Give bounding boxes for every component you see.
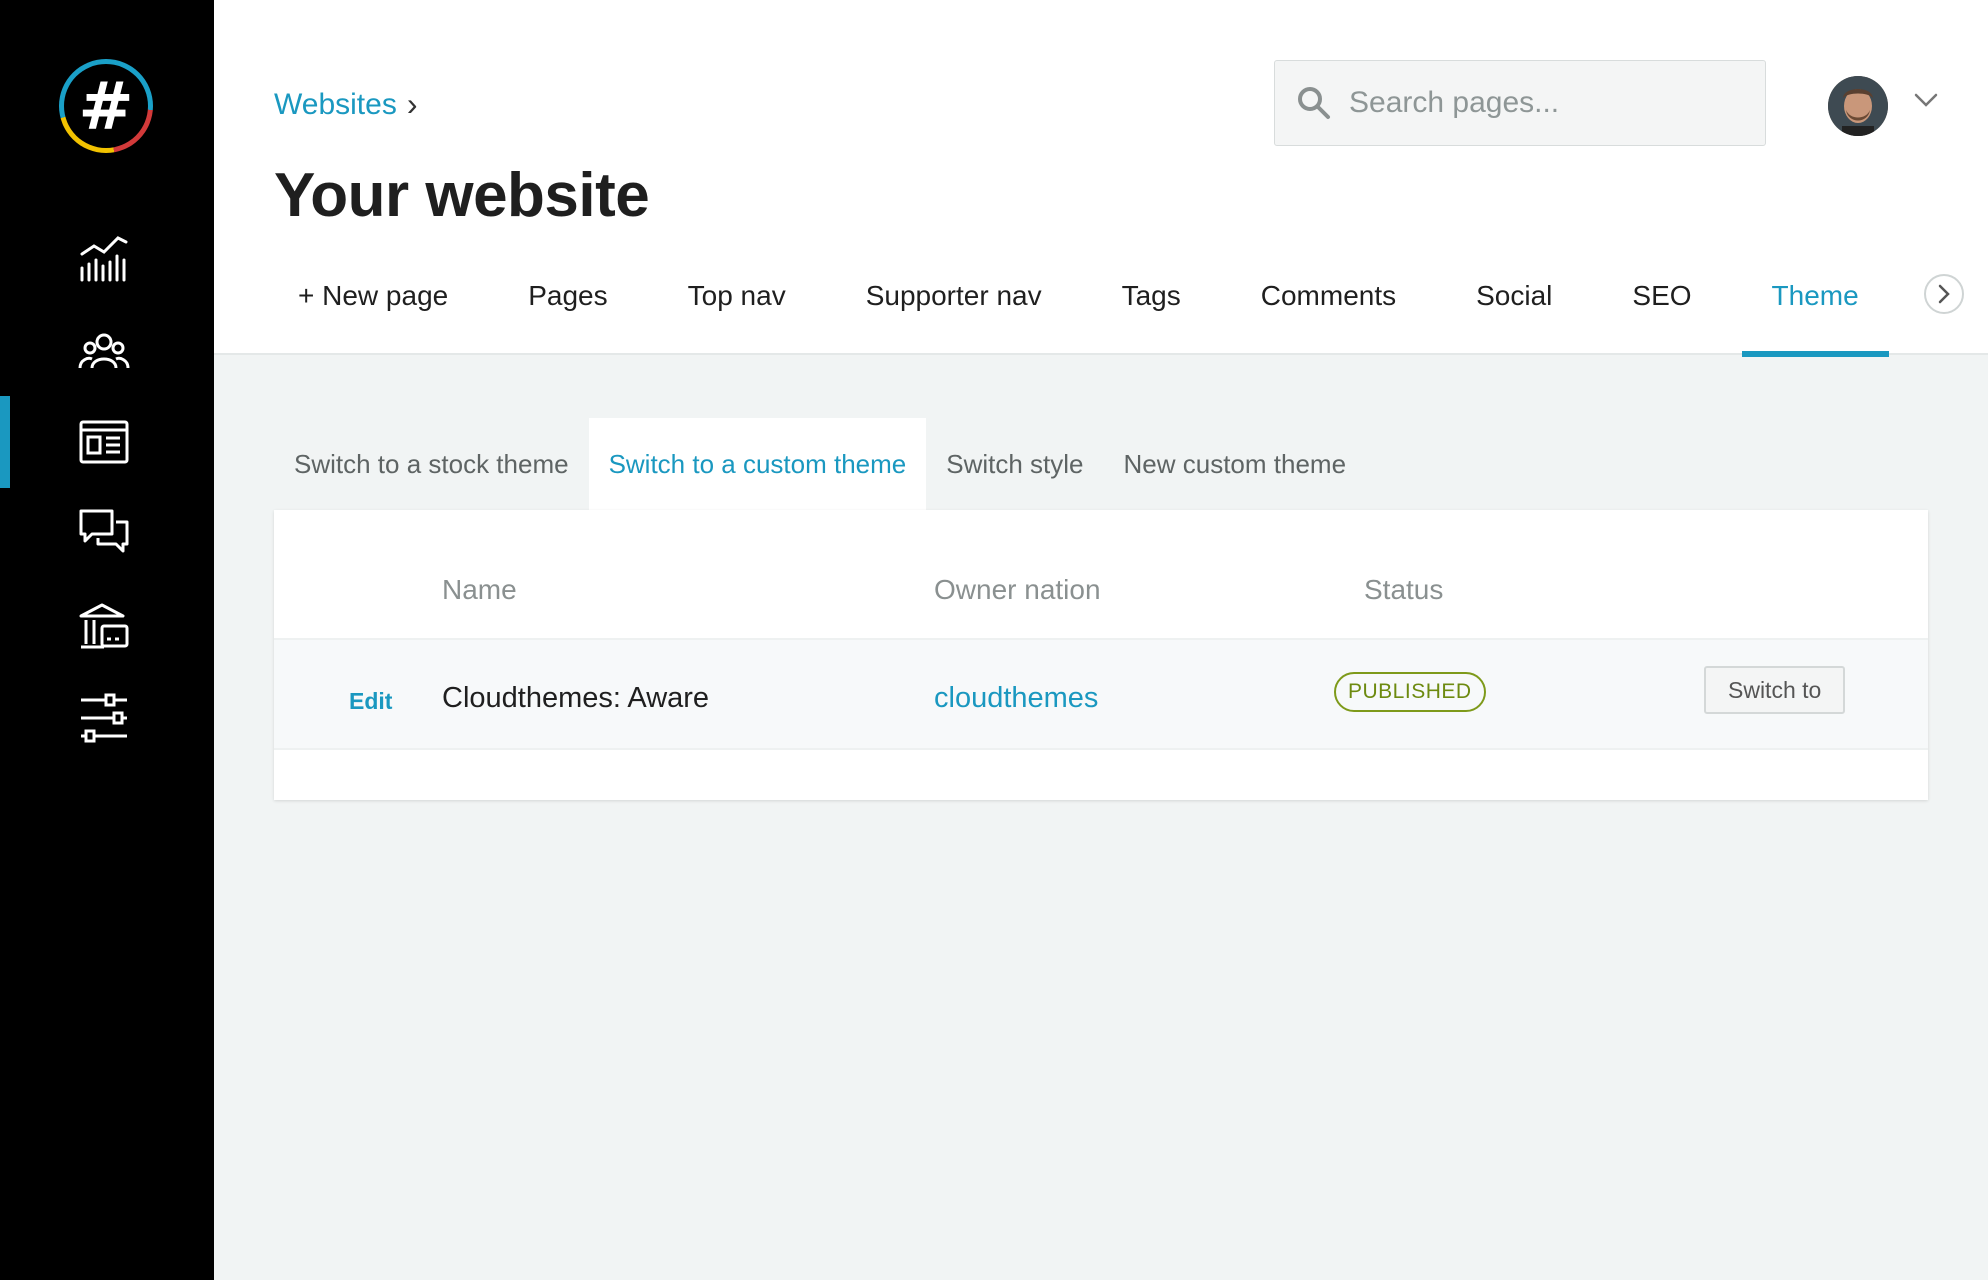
tab-new-page[interactable]: + New page bbox=[268, 270, 478, 355]
column-header-owner: Owner nation bbox=[934, 574, 1101, 605]
tabs-scroll-right-button[interactable] bbox=[1924, 274, 1964, 314]
logo-glyph: # bbox=[78, 67, 134, 145]
theme-name: Cloudthemes: Aware bbox=[442, 682, 710, 714]
edit-link[interactable]: Edit bbox=[349, 688, 392, 715]
finances-icon[interactable] bbox=[78, 600, 130, 652]
comments-icon[interactable] bbox=[78, 506, 130, 558]
analytics-icon[interactable] bbox=[78, 232, 130, 284]
table-header: Name Owner nation Status bbox=[274, 510, 1928, 640]
chevron-right-icon bbox=[1938, 284, 1950, 304]
tab-comments[interactable]: Comments bbox=[1221, 270, 1436, 355]
search-box[interactable] bbox=[1274, 60, 1766, 146]
nav-active-indicator bbox=[0, 396, 10, 488]
breadcrumb[interactable]: Websites › bbox=[274, 86, 417, 123]
themes-table: Name Owner nation Status Edit Cloudtheme… bbox=[274, 510, 1928, 800]
search-input[interactable] bbox=[1349, 86, 1739, 120]
column-header-status: Status bbox=[1364, 574, 1444, 605]
tab-seo[interactable]: SEO bbox=[1592, 270, 1731, 355]
section-tabs: + New page Pages Top nav Supporter nav T… bbox=[268, 270, 1889, 357]
page-title: Your website bbox=[274, 161, 650, 230]
subtab-stock-theme[interactable]: Switch to a stock theme bbox=[274, 418, 589, 510]
tab-supporter-nav[interactable]: Supporter nav bbox=[826, 270, 1082, 355]
theme-subtabs: Switch to a stock theme Switch to a cust… bbox=[274, 418, 1366, 510]
nationbuilder-logo[interactable]: # bbox=[59, 59, 153, 153]
chevron-right-icon: › bbox=[406, 86, 418, 122]
page-header: Websites › Your website + New page Pages… bbox=[214, 0, 1988, 357]
owner-nation-link[interactable]: cloudthemes bbox=[934, 682, 1098, 715]
chevron-down-icon[interactable] bbox=[1914, 92, 1938, 113]
breadcrumb-websites[interactable]: Websites bbox=[274, 88, 397, 122]
column-header-name: Name bbox=[442, 574, 517, 605]
subtab-switch-style[interactable]: Switch style bbox=[926, 418, 1103, 510]
tab-social[interactable]: Social bbox=[1436, 270, 1592, 355]
people-icon[interactable] bbox=[78, 326, 130, 378]
tab-theme[interactable]: Theme bbox=[1741, 270, 1889, 357]
tab-pages[interactable]: Pages bbox=[478, 270, 647, 355]
settings-icon[interactable] bbox=[78, 692, 130, 744]
avatar[interactable] bbox=[1828, 76, 1888, 136]
table-row: Edit Cloudthemes: Aware cloudthemes PUBL… bbox=[274, 640, 1928, 750]
subtab-custom-theme[interactable]: Switch to a custom theme bbox=[588, 418, 927, 510]
search-icon bbox=[1298, 87, 1330, 119]
sidebar: # bbox=[0, 0, 214, 1280]
switch-to-button[interactable]: Switch to bbox=[1704, 666, 1846, 714]
website-icon[interactable] bbox=[78, 416, 130, 468]
tab-tags[interactable]: Tags bbox=[1082, 270, 1221, 355]
tab-top-nav[interactable]: Top nav bbox=[648, 270, 826, 355]
subtab-new-custom-theme[interactable]: New custom theme bbox=[1104, 418, 1367, 510]
status-badge: PUBLISHED bbox=[1334, 672, 1486, 712]
